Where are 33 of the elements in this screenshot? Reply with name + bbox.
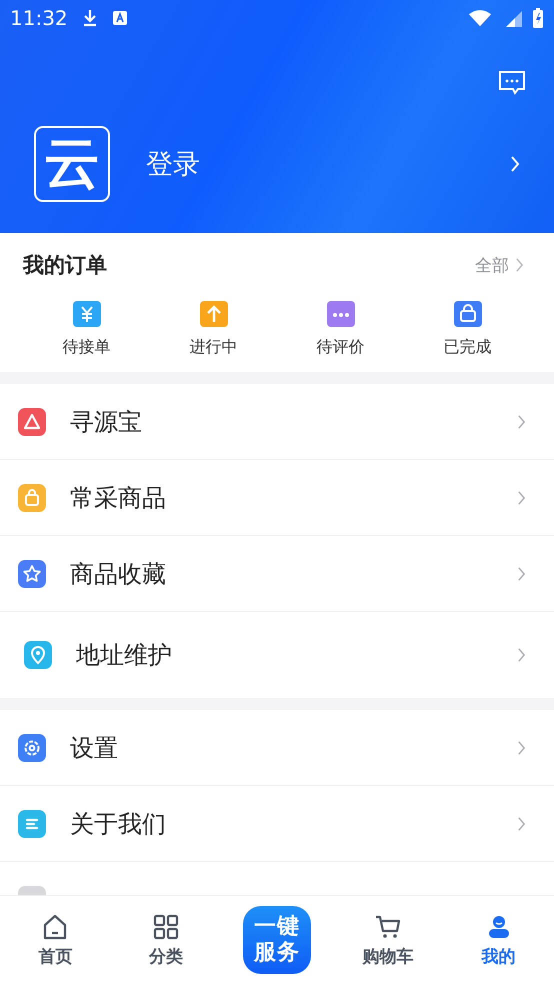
menu-item[interactable]: 寻源宝 (0, 384, 554, 460)
service-button[interactable]: 一键服务 (242, 906, 311, 974)
section-title: 我的订单 (23, 252, 107, 279)
order-status-item[interactable]: 已完成 (404, 299, 531, 358)
chevron-icon (517, 490, 526, 506)
message-icon[interactable] (498, 70, 526, 96)
status-time: 11:32 (10, 6, 68, 30)
order-status-item[interactable]: 待评价 (277, 299, 404, 358)
menu-item[interactable]: 常采商品 (0, 460, 554, 536)
chevron-icon (517, 566, 526, 582)
chevron-icon (517, 816, 526, 832)
keyboard-icon (112, 10, 128, 26)
chevron-icon (510, 155, 520, 173)
menu-item[interactable]: 关于我们 (0, 786, 554, 862)
chevron-icon (517, 740, 526, 756)
chevron-icon (517, 647, 526, 663)
menu-item[interactable]: 商品收藏 (0, 536, 554, 612)
login-label: 登录 (146, 148, 200, 182)
app-logo: 云 (34, 126, 110, 202)
grid-icon (152, 912, 180, 940)
chevron-icon (517, 414, 526, 430)
tab-item[interactable]: 购物车 (332, 896, 444, 984)
order-status-item[interactable]: 进行中 (150, 299, 277, 358)
tab-item[interactable]: 分类 (110, 896, 222, 984)
chevron-icon (515, 257, 524, 273)
menu-item[interactable]: 设置 (0, 710, 554, 786)
wifi-icon (468, 8, 492, 28)
login-row[interactable]: 云 登录 (0, 96, 554, 202)
menu-item[interactable]: 地址维护 (0, 612, 554, 698)
battery-icon (532, 7, 544, 29)
tab-item[interactable]: 我的 (443, 896, 554, 984)
order-status-item[interactable]: 待接单 (23, 299, 150, 358)
tab-item[interactable]: 首页 (0, 896, 111, 984)
